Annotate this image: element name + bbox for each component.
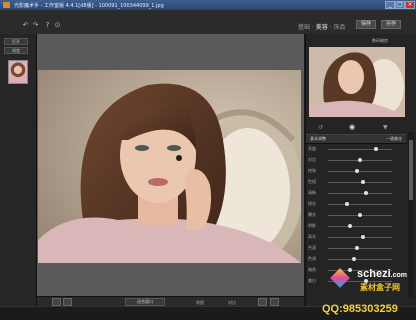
portrait-illustration <box>38 70 301 263</box>
tab-beauty[interactable]: 美容 <box>316 24 328 31</box>
slider-label: 亮度 <box>308 146 316 151</box>
redo-icon[interactable]: ↷ <box>32 22 39 29</box>
slider-label: 对比 <box>308 157 316 162</box>
slider-track[interactable] <box>328 204 392 205</box>
slider-label: 高光 <box>308 234 316 239</box>
tab-basic[interactable]: 基础 <box>298 24 310 31</box>
slider-track[interactable] <box>328 149 392 150</box>
slider-track[interactable] <box>328 226 392 227</box>
slider-row[interactable]: 锐化 <box>306 201 406 207</box>
slider-label: 色相 <box>308 179 316 184</box>
slider-knob[interactable] <box>354 169 359 173</box>
window-title: 光影魔术手 - 工作室版 4.4.1[d8版] - 100091_1003440… <box>14 3 164 9</box>
watermark-site: schezi.com <box>357 268 407 280</box>
slider-row[interactable]: 曝光 <box>306 212 406 218</box>
slider-row[interactable]: 对比 <box>306 157 406 163</box>
undo-icon[interactable]: ↶ <box>22 22 29 29</box>
preview-illustration <box>309 47 405 117</box>
zoom-select[interactable]: 适合窗口 <box>125 298 165 306</box>
maximize-button[interactable]: □ <box>395 1 405 9</box>
slider-knob[interactable] <box>361 180 366 184</box>
slider-track[interactable] <box>328 193 392 194</box>
slider-label: 锐化 <box>308 201 316 206</box>
slider-track[interactable] <box>328 171 392 172</box>
single-view-icon[interactable] <box>63 298 72 306</box>
grid-view-icon[interactable] <box>52 298 61 306</box>
slider-knob[interactable] <box>348 224 353 228</box>
eye-icon[interactable]: ◉ <box>349 123 355 131</box>
scrollbar-thumb[interactable] <box>409 140 413 200</box>
slider-knob[interactable] <box>364 191 369 195</box>
section-title: 基本调整 <box>310 136 326 141</box>
slider-label: 阴影 <box>308 223 316 228</box>
slider-label: 色温 <box>308 245 316 250</box>
info-icon[interactable]: ⊙ <box>54 22 61 29</box>
slider-label: 曝光 <box>308 212 316 217</box>
slider-row[interactable]: 清晰 <box>306 190 406 196</box>
app-icon <box>3 2 10 8</box>
slider-row[interactable]: 饱和 <box>306 168 406 174</box>
slider-track[interactable] <box>328 259 392 260</box>
mode-tabs: 基础 · 美容 · 饰品 <box>298 24 346 31</box>
slider-label: 暗角 <box>308 267 316 272</box>
slider-knob[interactable] <box>348 268 353 272</box>
slider-knob[interactable] <box>345 202 350 206</box>
slider-row[interactable]: 阴影 <box>306 223 406 229</box>
rotate-icon[interactable]: ↺ <box>318 124 323 131</box>
rotate-left-icon[interactable] <box>258 298 267 306</box>
slider-knob[interactable] <box>358 213 362 217</box>
slider-track[interactable] <box>328 237 392 238</box>
close-button[interactable]: × <box>405 1 415 9</box>
section-subtitle: 一键美化 <box>386 136 402 141</box>
image-thumbnail[interactable] <box>8 60 28 84</box>
tab-edit-tools[interactable]: 数码暗房 <box>372 38 388 44</box>
save-as-button[interactable]: 另存 <box>381 20 401 29</box>
slider-row[interactable]: 色温 <box>306 245 406 251</box>
portrait-photo[interactable] <box>38 70 301 263</box>
slider-knob[interactable] <box>351 257 356 261</box>
toolbar <box>0 10 416 35</box>
slider-row[interactable]: 色调 <box>306 256 406 262</box>
slider-label: 清晰 <box>308 190 316 195</box>
minimize-button[interactable]: _ <box>385 1 395 9</box>
save-button[interactable]: 保存 <box>356 20 376 29</box>
title-bar: 光影魔术手 - 工作室版 4.4.1[d8版] - 100091_1003440… <box>0 0 416 10</box>
browse-button[interactable]: 浏览 <box>4 47 28 54</box>
watermark-label: 素材盒子网 <box>360 283 400 292</box>
navigator-preview <box>309 47 405 117</box>
slider-track[interactable] <box>328 182 392 183</box>
slider-knob[interactable] <box>361 235 366 239</box>
slider-row[interactable]: 高光 <box>306 234 406 240</box>
open-button[interactable]: 打开 <box>4 38 28 45</box>
help-icon[interactable]: ? <box>44 22 51 29</box>
slider-knob[interactable] <box>358 158 362 162</box>
rotate-right-icon[interactable] <box>270 298 279 306</box>
tab-accessories[interactable]: 饰品 <box>334 24 346 31</box>
slider-label: 美白 <box>308 278 316 283</box>
slider-track[interactable] <box>328 248 392 249</box>
compare-icon[interactable]: ▼ <box>383 124 388 131</box>
slider-row[interactable]: 亮度 <box>306 146 406 152</box>
section-header[interactable]: 基本调整 一键美化 <box>306 134 406 144</box>
slider-label: 色调 <box>308 256 316 261</box>
slider-row[interactable]: 色相 <box>306 179 406 185</box>
slider-knob[interactable] <box>354 246 359 250</box>
slider-knob[interactable] <box>374 147 378 151</box>
watermark-qq: QQ:985303259 <box>322 303 398 315</box>
slider-label: 饱和 <box>308 168 316 173</box>
